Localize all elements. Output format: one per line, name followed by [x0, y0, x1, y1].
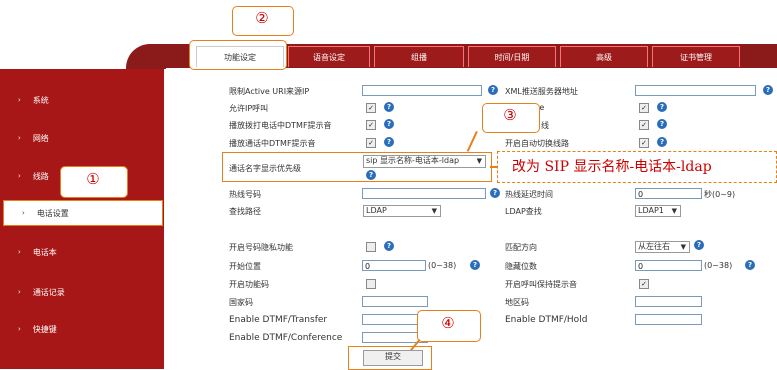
- label-caller-name-priority: 通话名字显示优先级: [229, 164, 301, 173]
- help-icon[interactable]: ?: [384, 241, 394, 251]
- label-dtmf-hold: Enable DTMF/Hold: [505, 315, 588, 325]
- label-xml-push-server: XML推送服务器地址: [505, 87, 578, 96]
- input-xml-push-server[interactable]: [635, 85, 756, 96]
- checkbox-auto-switch-line[interactable]: ✓: [639, 138, 649, 148]
- help-icon[interactable]: ?: [488, 85, 498, 95]
- chevron-right-icon: ›: [18, 325, 21, 333]
- header-corner: [126, 44, 166, 69]
- select-search-path[interactable]: LDAP ▼: [363, 205, 441, 217]
- input-hotline-number[interactable]: [362, 188, 486, 199]
- label-hotline-number: 热线号码: [229, 190, 261, 199]
- select-caller-name-priority[interactable]: sip 显示名称-电话本-ldap ▼: [363, 155, 486, 168]
- annotation-number-2: ②: [255, 9, 269, 27]
- chevron-right-icon: ›: [18, 288, 21, 296]
- tab-certificates[interactable]: 证书管理: [652, 46, 740, 67]
- input-hidden-digits[interactable]: 0: [635, 260, 702, 271]
- sidebar-item-call-log[interactable]: › 通话记录: [0, 280, 164, 304]
- label-enable-feature-code: 开启功能码: [229, 280, 269, 289]
- label-hotline-delay: 热线延迟时间: [505, 190, 553, 199]
- help-icon[interactable]: ?: [384, 102, 394, 112]
- label-match-direction: 匹配方向: [505, 243, 537, 252]
- label-hidden-digits: 隐藏位数: [505, 262, 537, 271]
- help-icon[interactable]: ?: [694, 240, 704, 250]
- help-icon[interactable]: ?: [657, 137, 667, 147]
- label-dtmf-talk-prompt: 播放通话中DTMF提示音: [229, 139, 316, 148]
- sidebar-item-phonebook[interactable]: › 电话本: [0, 240, 164, 264]
- tab-feature[interactable]: 功能设定: [196, 46, 284, 67]
- label-dtmf-transfer: Enable DTMF/Transfer: [229, 315, 328, 325]
- sidebar-item-phone-settings[interactable]: › 电话设置: [3, 200, 163, 226]
- help-icon[interactable]: ?: [745, 260, 755, 270]
- label-line-partial: 线: [541, 121, 549, 130]
- help-icon[interactable]: ?: [763, 85, 773, 95]
- checkbox-dtmf-talk-prompt[interactable]: ✓: [366, 138, 376, 148]
- label-dtmf-conference: Enable DTMF/Conference: [229, 333, 343, 343]
- help-icon[interactable]: ?: [490, 188, 500, 198]
- checkbox-privacy-number[interactable]: [366, 242, 376, 252]
- input-area-code[interactable]: [635, 296, 702, 307]
- annotation-callout: 改为 SIP 显示名称-电话本-ldap: [497, 151, 777, 183]
- sidebar-item-system[interactable]: › 系统: [0, 88, 164, 112]
- label-area-code: 地区码: [505, 298, 529, 307]
- checkbox-dtmf-call-prompt[interactable]: ✓: [366, 120, 376, 130]
- label-dtmf-call-prompt: 播放拨打电话中DTMF提示音: [229, 121, 332, 130]
- input-start-position[interactable]: 0: [362, 260, 426, 271]
- label-allow-ip-call: 允许IP呼叫: [229, 104, 269, 113]
- sidebar-item-shortcuts[interactable]: › 快捷键: [0, 317, 164, 341]
- input-restrict-active-uri[interactable]: [362, 85, 482, 96]
- select-match-direction[interactable]: 从左往右 ▼: [635, 241, 690, 253]
- label-hidden-digits-range: (0~38): [704, 261, 733, 270]
- tab-audio[interactable]: 语音设定: [288, 46, 370, 67]
- tab-multicast[interactable]: 组播: [374, 46, 464, 67]
- checkbox-line[interactable]: ✓: [639, 120, 649, 130]
- select-ldap-search[interactable]: LDAP1 ▼: [635, 205, 681, 217]
- chevron-right-icon: ›: [22, 209, 25, 217]
- annotation-number-3: ③: [503, 106, 517, 124]
- input-hotline-delay[interactable]: 0: [635, 188, 702, 199]
- chevron-right-icon: ›: [18, 248, 21, 256]
- annotation-pointer-3: [466, 131, 478, 152]
- label-ldap-search: LDAP查找: [505, 207, 542, 216]
- label-auto-switch-line: 开启自动切换线路: [505, 139, 569, 148]
- checkbox-hotline[interactable]: ✓: [639, 103, 649, 113]
- help-icon[interactable]: ?: [470, 260, 480, 270]
- label-privacy-number: 开启号码隐私功能: [229, 243, 293, 252]
- annotation-number-4: ④: [441, 314, 455, 332]
- chevron-right-icon: ›: [18, 172, 21, 180]
- submit-button[interactable]: 提交: [363, 350, 423, 366]
- sidebar-item-network[interactable]: › 网络: [0, 126, 164, 150]
- label-search-path: 查找路径: [229, 207, 261, 216]
- label-start-position: 开始位置: [229, 262, 261, 271]
- checkbox-enable-feature-code[interactable]: [366, 279, 376, 289]
- help-icon[interactable]: ?: [657, 119, 667, 129]
- annotation-number-1: ①: [86, 170, 100, 188]
- label-hold-tone: 开启呼叫保持提示音: [505, 280, 577, 289]
- chevron-right-icon: ›: [18, 96, 21, 104]
- help-icon[interactable]: ?: [366, 170, 376, 180]
- label-country-code: 国家码: [229, 298, 253, 307]
- help-icon[interactable]: ?: [657, 102, 667, 112]
- label-hotline-delay-unit: 秒(0~9): [704, 190, 736, 199]
- label-restrict-active-uri: 限制Active URI来源IP: [229, 87, 310, 96]
- tab-advanced[interactable]: 高级: [560, 46, 648, 67]
- label-start-position-range: (0~38): [428, 261, 457, 270]
- help-icon[interactable]: ?: [384, 137, 394, 147]
- input-dtmf-hold[interactable]: [635, 314, 702, 325]
- chevron-right-icon: ›: [18, 134, 21, 142]
- checkbox-hold-tone[interactable]: ✓: [639, 279, 649, 289]
- tab-time-date[interactable]: 时间/日期: [468, 46, 556, 67]
- input-country-code[interactable]: [362, 296, 428, 307]
- help-icon[interactable]: ?: [384, 119, 394, 129]
- checkbox-allow-ip-call[interactable]: ✓: [366, 103, 376, 113]
